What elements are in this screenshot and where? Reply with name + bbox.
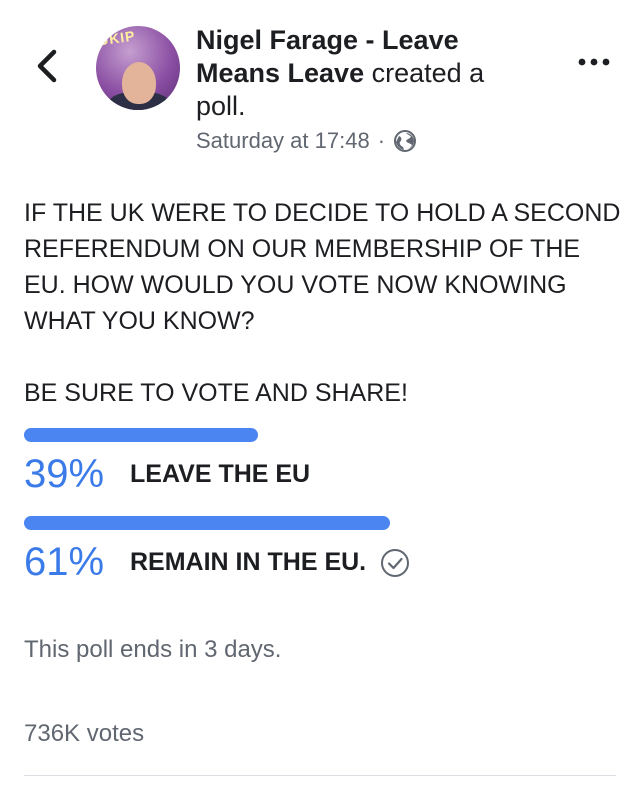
poll-question: IF THE UK WERE TO DECIDE TO HOLD A SECON… — [24, 199, 621, 335]
poll-option-remain[interactable]: 61% REMAIN IN THE EU. — [24, 516, 624, 585]
globe-icon[interactable] — [393, 129, 417, 153]
avatar-logo-text: UKIP — [97, 27, 137, 49]
poll-option-leave[interactable]: 39% LEAVE THE EU — [24, 428, 624, 497]
post-header-text: Nigel Farage - Leave Means Leave created… — [196, 24, 526, 123]
more-horizontal-icon — [578, 58, 610, 66]
more-options-button[interactable] — [576, 52, 612, 72]
poll-ends-text: This poll ends in 3 days. — [24, 636, 282, 663]
poll-option-percent: 61% — [24, 540, 105, 584]
post-timestamp[interactable]: Saturday at 17:48 — [196, 128, 370, 154]
poll-option-label: REMAIN IN THE EU. — [130, 548, 367, 576]
poll-option-bar — [24, 516, 390, 530]
poll-vote-count[interactable]: 736K votes — [24, 720, 144, 748]
avatar[interactable]: UKIP — [96, 26, 180, 110]
back-button[interactable] — [30, 44, 64, 88]
poll-option-bar — [24, 428, 258, 442]
post-meta: Saturday at 17:48 · — [196, 128, 417, 154]
checkmark-circle-icon — [381, 548, 410, 577]
poll-option-label: LEAVE THE EU — [130, 460, 311, 488]
divider — [24, 775, 616, 776]
meta-separator: · — [377, 128, 386, 153]
avatar-face — [122, 62, 156, 104]
call-to-action: BE SURE TO VOTE AND SHARE! — [24, 379, 408, 407]
chevron-left-icon — [37, 49, 57, 83]
post-body: IF THE UK WERE TO DECIDE TO HOLD A SECON… — [24, 195, 624, 411]
poll-option-percent: 39% — [24, 452, 105, 496]
